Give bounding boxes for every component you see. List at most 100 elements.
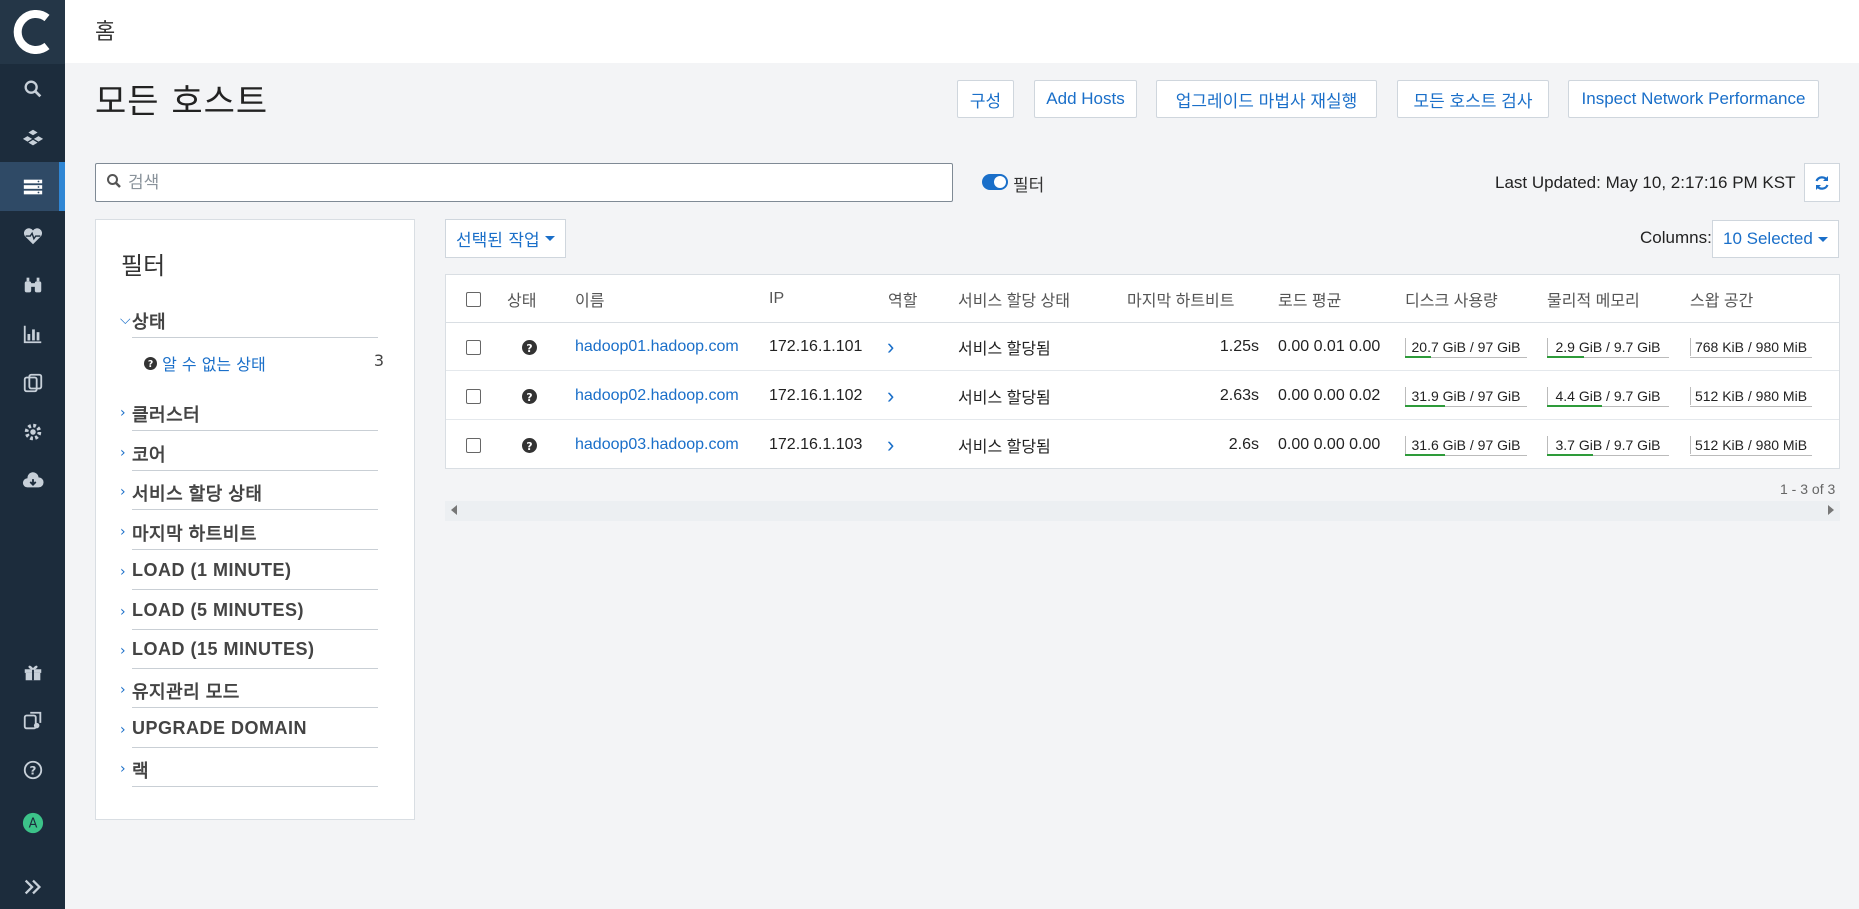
commission-state: 서비스 할당됨: [958, 439, 1051, 456]
col-header-roles[interactable]: 역할: [888, 275, 917, 323]
question-circle-icon: ?: [144, 355, 162, 374]
search-input[interactable]: [128, 172, 952, 193]
host-ip: 172.16.1.102: [769, 387, 863, 404]
commission-state: 서비스 할당됨: [958, 390, 1051, 407]
memory-usage-bar: 4.4 GiB / 9.7 GiB: [1547, 372, 1669, 420]
refresh-icon: [1815, 175, 1829, 190]
columns-dropdown[interactable]: 10 Selected: [1712, 220, 1839, 258]
search-icon[interactable]: [0, 64, 65, 113]
filter-item-unknown-status[interactable]: ? 알 수 없는 상태 3: [144, 351, 384, 375]
table-row[interactable]: ? hadoop02.hadoop.com 172.16.1.102 › 서비스…: [446, 372, 1839, 420]
gift-icon[interactable]: [0, 647, 65, 696]
chevron-right-icon: ›: [120, 445, 126, 461]
chevron-right-icon: ›: [120, 405, 126, 421]
chevron-down-icon: ⌵: [120, 312, 131, 328]
chevron-right-icon: ›: [120, 484, 126, 500]
svg-text:A: A: [28, 816, 37, 831]
upgrade-wizard-button[interactable]: 업그레이드 마법사 재실행: [1156, 80, 1377, 118]
svg-text:?: ?: [148, 359, 153, 370]
filter-panel: 필터 ⌵ 상태 ? 알 수 없는 상태 3 › 클러스터 › 코어 › 서비스 할당 …: [95, 219, 415, 820]
help-icon[interactable]: ?: [0, 745, 65, 794]
col-header-load[interactable]: 로드 평균: [1278, 275, 1341, 323]
col-header-swap[interactable]: 스왑 공간: [1690, 275, 1753, 323]
selected-actions-dropdown[interactable]: 선택된 작업: [445, 219, 566, 258]
inspect-all-hosts-button[interactable]: 모든 호스트 검사: [1397, 80, 1549, 118]
config-button[interactable]: 구성: [957, 80, 1014, 118]
roles-expand-icon[interactable]: ›: [887, 421, 894, 468]
swap-usage-bar: 512 KiB / 980 MiB: [1690, 372, 1812, 420]
caret-down-icon: [544, 236, 555, 241]
add-hosts-button[interactable]: Add Hosts: [1034, 80, 1137, 118]
load-average: 0.00 0.00 0.02: [1278, 387, 1381, 404]
memory-usage-bar: 2.9 GiB / 9.7 GiB: [1547, 323, 1669, 371]
filter-panel-title: 필터: [121, 252, 166, 280]
last-updated-text: Last Updated: May 10, 2:17:16 PM KST: [1495, 173, 1796, 192]
col-header-status[interactable]: 상태: [507, 275, 536, 323]
table-row[interactable]: ? hadoop01.hadoop.com 172.16.1.101 › 서비스…: [446, 323, 1839, 371]
page-title: 모든 호스트: [95, 82, 269, 122]
disk-usage-bar: 31.6 GiB / 97 GiB: [1405, 421, 1527, 468]
col-header-name[interactable]: 이름: [575, 275, 604, 323]
last-heartbeat: 2.63s: [1219, 387, 1259, 404]
row-checkbox[interactable]: [466, 372, 481, 420]
administration-icon[interactable]: [0, 407, 65, 456]
table-row[interactable]: ? hadoop03.hadoop.com 172.16.1.103 › 서비스…: [446, 421, 1839, 468]
horizontal-scrollbar[interactable]: [445, 501, 1840, 521]
refresh-button[interactable]: [1804, 163, 1840, 202]
select-all-checkbox[interactable]: [466, 275, 481, 323]
col-header-heartbeat[interactable]: 마지막 하트비트: [1127, 275, 1235, 323]
chevron-right-icon: ›: [120, 643, 126, 659]
cloudera-logo[interactable]: [0, 0, 65, 64]
parcel-download-icon[interactable]: [0, 456, 65, 505]
inspect-network-button[interactable]: Inspect Network Performance: [1568, 80, 1819, 118]
roles-expand-icon[interactable]: ›: [887, 323, 894, 371]
backup-icon[interactable]: [0, 696, 65, 745]
svg-text:?: ?: [526, 341, 532, 354]
filter-toggle[interactable]: [982, 174, 1008, 190]
col-header-ip[interactable]: IP: [769, 275, 784, 323]
clusters-icon[interactable]: [0, 113, 65, 162]
host-ip: 172.16.1.101: [769, 338, 863, 355]
search-field[interactable]: [95, 163, 953, 202]
row-checkbox[interactable]: [466, 323, 481, 371]
last-heartbeat: 2.6s: [1228, 436, 1259, 453]
load-average: 0.00 0.01 0.00: [1278, 338, 1381, 355]
breadcrumb-home[interactable]: 홈: [95, 14, 115, 46]
chevron-right-icon: ›: [120, 524, 126, 540]
col-header-commission[interactable]: 서비스 할당 상태: [958, 275, 1070, 323]
col-header-disk[interactable]: 디스크 사용량: [1405, 275, 1498, 323]
svg-text:?: ?: [526, 439, 532, 452]
replication-icon[interactable]: [0, 358, 65, 407]
load-average: 0.00 0.00 0.00: [1278, 436, 1381, 453]
table-header: 상태 이름 IP 역할 서비스 할당 상태 마지막 하트비트 로드 평균 디스크…: [446, 275, 1839, 323]
scroll-right-icon[interactable]: [1828, 505, 1834, 515]
svg-text:?: ?: [526, 390, 532, 403]
svg-text:?: ?: [29, 763, 36, 777]
chevron-right-icon: ›: [120, 682, 126, 698]
question-circle-icon: ?: [522, 372, 537, 420]
row-checkbox[interactable]: [466, 421, 481, 468]
disk-usage-bar: 20.7 GiB / 97 GiB: [1405, 323, 1527, 371]
filter-toggle-label: 필터: [1013, 176, 1045, 196]
question-circle-icon: ?: [522, 323, 537, 371]
col-header-memory[interactable]: 물리적 메모리: [1547, 275, 1640, 323]
host-name-link[interactable]: hadoop02.hadoop.com: [575, 372, 739, 420]
roles-expand-icon[interactable]: ›: [887, 372, 894, 420]
host-name-link[interactable]: hadoop03.hadoop.com: [575, 421, 739, 468]
swap-usage-bar: 512 KiB / 980 MiB: [1690, 421, 1812, 468]
host-name-link[interactable]: hadoop01.hadoop.com: [575, 323, 739, 371]
scroll-left-icon[interactable]: [451, 505, 457, 515]
disk-usage-bar: 31.9 GiB / 97 GiB: [1405, 372, 1527, 420]
expand-icon[interactable]: [0, 865, 65, 909]
diagnostics-icon[interactable]: [0, 211, 65, 260]
chevron-right-icon: ›: [120, 564, 126, 580]
charts-icon[interactable]: [0, 309, 65, 358]
hosts-icon[interactable]: [0, 162, 65, 211]
user-avatar[interactable]: A: [0, 798, 65, 847]
chevron-right-icon: ›: [120, 761, 126, 777]
pagination-info: 1 - 3 of 3: [1780, 481, 1836, 497]
question-circle-icon: ?: [522, 421, 537, 468]
sidebar: ? A: [0, 0, 65, 909]
top-bar: 홈: [65, 0, 1859, 63]
audits-icon[interactable]: [0, 260, 65, 309]
